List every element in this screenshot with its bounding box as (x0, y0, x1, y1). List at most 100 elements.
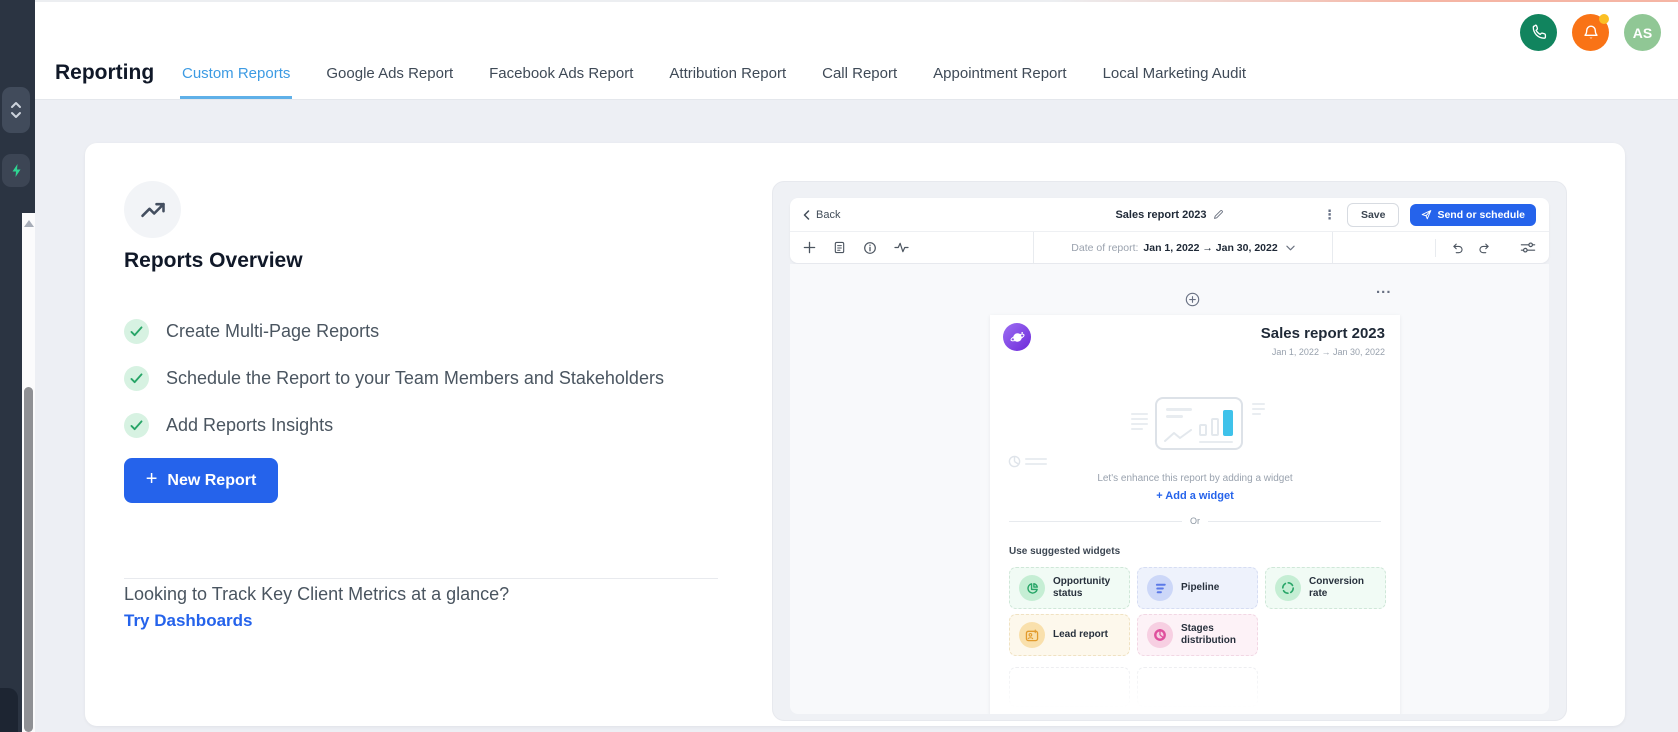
report-logo (1003, 323, 1031, 351)
page-title: Reporting (55, 61, 155, 84)
bell-icon (1582, 24, 1600, 42)
date-range-value: Jan 1, 2022 → Jan 30, 2022 (1143, 241, 1278, 254)
notification-badge (1599, 14, 1609, 24)
tab-local-marketing-audit[interactable]: Local Marketing Audit (1101, 51, 1248, 99)
redo-icon[interactable] (1478, 241, 1492, 255)
sidebar-bottom-button[interactable] (0, 688, 18, 732)
chevron-up-icon (10, 101, 22, 109)
widget-label: Stages distribution (1181, 622, 1236, 647)
overview-heading: Reports Overview (124, 249, 303, 272)
tab-call-report[interactable]: Call Report (820, 51, 899, 99)
widget-label: Pipeline (1181, 581, 1220, 593)
text-block-icon[interactable] (833, 241, 846, 254)
or-divider: Or (1009, 516, 1381, 526)
builder-report-title: Sales report 2023 (1115, 209, 1223, 221)
chevron-down-icon (10, 111, 22, 119)
suggested-widgets-label: Use suggested widgets (1009, 546, 1121, 557)
back-button[interactable]: Back (803, 209, 840, 221)
page-options-icon[interactable]: ... (1376, 280, 1392, 297)
chevron-down-icon (1286, 245, 1295, 251)
edit-pencil-icon[interactable] (1213, 209, 1224, 220)
report-builder-preview: Back Sales report 2023 ⋮ Save Send or sc… (772, 181, 1567, 721)
display-settings-icon[interactable] (1520, 241, 1536, 254)
try-dashboards-link[interactable]: Try Dashboards (124, 611, 253, 631)
report-page-title: Sales report 2023 (1260, 325, 1385, 342)
tab-attribution-report[interactable]: Attribution Report (667, 51, 788, 99)
add-element-icon[interactable] (803, 241, 816, 254)
activity-pulse-icon[interactable] (894, 241, 909, 254)
sidebar-scrollbar[interactable] (22, 213, 35, 732)
check-icon (124, 319, 149, 344)
trending-up-icon (124, 181, 181, 238)
builder-tools (803, 241, 909, 255)
donut-icon (1147, 622, 1173, 648)
widget-label: Opportunity status (1053, 575, 1111, 600)
tab-custom-reports[interactable]: Custom Reports (180, 51, 293, 99)
scrollbar-thumb[interactable] (24, 387, 33, 732)
widget-card-stages-distribution[interactable]: Stages distribution (1137, 614, 1258, 656)
chevron-left-icon (803, 209, 810, 220)
illustration-right-lines (1252, 403, 1265, 415)
notifications-button[interactable] (1572, 14, 1609, 51)
feature-checklist: Create Multi-Page Reports Schedule the Re… (124, 308, 664, 449)
ghost-widget-card (1137, 667, 1258, 707)
avatar-initials: AS (1632, 24, 1653, 41)
scroll-up-arrow-icon[interactable] (23, 220, 34, 227)
send-or-schedule-button[interactable]: Send or schedule (1410, 203, 1536, 226)
back-label: Back (816, 208, 841, 221)
report-tabs: Custom Reports Google Ads Report Facebook … (180, 51, 1248, 99)
builder-toolbar: Back Sales report 2023 ⋮ Save Send or sc… (790, 198, 1549, 263)
sidebar-expand-button[interactable] (2, 87, 30, 133)
builder-canvas: ... Sales report 2023 Jan 1, 2022 → Jan … (790, 264, 1549, 714)
phone-button[interactable] (1520, 14, 1557, 51)
checklist-item: Create Multi-Page Reports (124, 308, 664, 355)
report-page: Sales report 2023 Jan 1, 2022 → Jan 30, … (990, 315, 1400, 714)
section-divider (124, 578, 718, 579)
user-avatar[interactable]: AS (1624, 14, 1661, 51)
or-label: Or (1190, 516, 1200, 526)
widget-label: Conversion rate (1309, 575, 1365, 600)
header-actions: AS (1520, 14, 1661, 51)
enhance-hint-text: Let's enhance this report by adding a wi… (1097, 473, 1293, 484)
new-report-label: New Report (167, 471, 257, 489)
new-report-button[interactable]: + New Report (124, 458, 278, 503)
phone-icon (1530, 24, 1547, 41)
funnel-icon (1147, 575, 1173, 601)
refresh-circle-icon (1275, 575, 1301, 601)
quick-actions-button[interactable] (2, 154, 30, 187)
widget-card-conversion-rate[interactable]: Conversion rate (1265, 567, 1386, 609)
widget-card-opportunity-status[interactable]: Opportunity status (1009, 567, 1130, 609)
ghost-widget-row (1009, 667, 1258, 707)
tab-appointment-report[interactable]: Appointment Report (931, 51, 1068, 99)
check-icon (124, 366, 149, 391)
date-of-report-selector[interactable]: Date of report: Jan 1, 2022 → Jan 30, 20… (1033, 232, 1333, 263)
plus-icon: + (145, 468, 158, 490)
left-sidebar (0, 0, 35, 732)
lightning-bolt-icon (10, 163, 23, 178)
send-plane-icon (1421, 209, 1432, 220)
undo-icon[interactable] (1450, 241, 1464, 255)
widget-illustration (1155, 397, 1243, 450)
add-widget-link[interactable]: + Add a widget (990, 490, 1400, 502)
toolbar-separator (1435, 238, 1436, 257)
check-icon (124, 413, 149, 438)
tab-facebook-ads-report[interactable]: Facebook Ads Report (487, 51, 635, 99)
ghost-widget-card (1009, 667, 1130, 707)
date-of-report-label: Date of report: (1071, 241, 1139, 254)
pie-chart-icon (1019, 575, 1045, 601)
checklist-item: Add Reports Insights (124, 402, 664, 449)
tab-google-ads-report[interactable]: Google Ads Report (324, 51, 455, 99)
kebab-menu-icon[interactable]: ⋮ (1323, 208, 1336, 221)
save-button[interactable]: Save (1346, 202, 1400, 227)
widget-card-pipeline[interactable]: Pipeline (1137, 567, 1258, 609)
widget-label: Lead report (1053, 628, 1109, 640)
reports-overview-card: Reports Overview Create Multi-Page Repor… (85, 143, 1625, 726)
illustration-left-lines (1131, 413, 1148, 430)
info-circle-icon[interactable] (863, 241, 877, 255)
zigzag-line (1164, 429, 1192, 442)
add-page-icon[interactable] (1185, 292, 1200, 307)
dashboards-question: Looking to Track Key Client Metrics at a… (124, 584, 510, 604)
header-accent-strip (35, 0, 1678, 2)
checklist-item: Schedule the Report to your Team Members… (124, 355, 664, 402)
widget-card-lead-report[interactable]: Lead report (1009, 614, 1130, 656)
